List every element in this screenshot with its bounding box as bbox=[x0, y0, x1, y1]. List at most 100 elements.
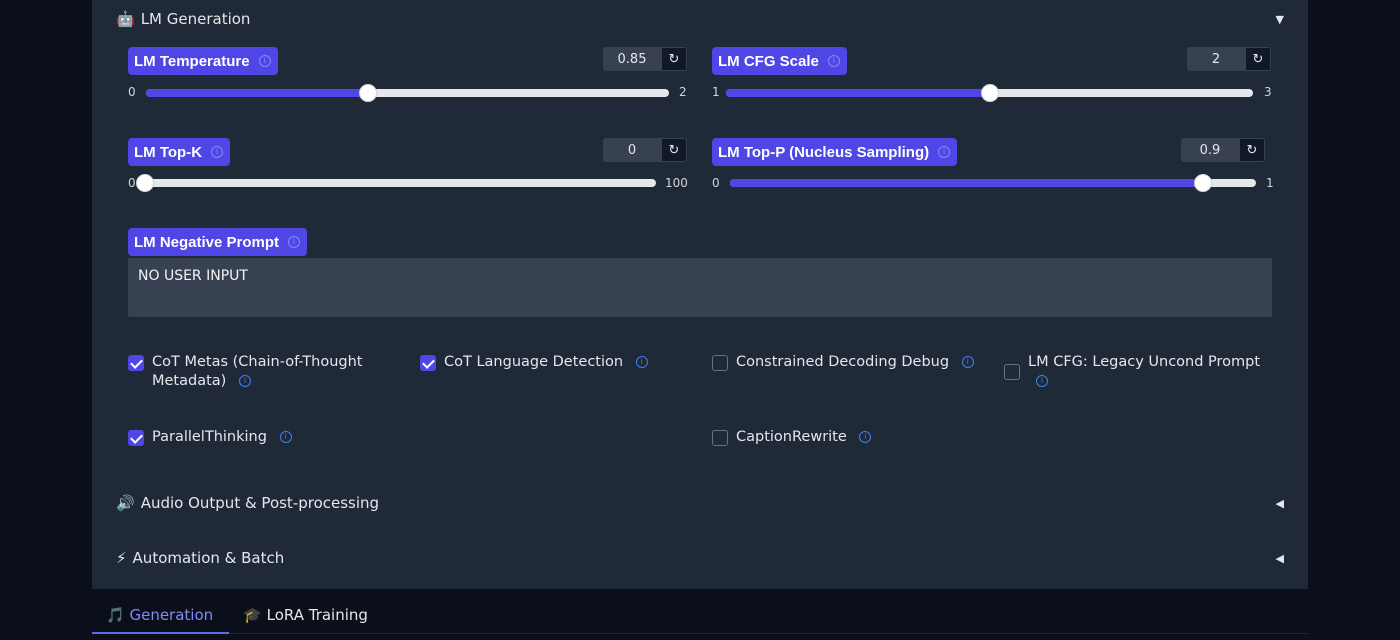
caption-rewrite-label-text: CaptionRewrite bbox=[736, 429, 847, 445]
automation-accordion-header[interactable]: ⚡ Automation & Batch ◀ bbox=[116, 547, 1284, 569]
lm-temperature-number: ↻ bbox=[603, 47, 687, 71]
lm-negative-prompt-label: LM Negative Prompt i bbox=[128, 228, 308, 256]
slider-thumb[interactable] bbox=[1194, 174, 1213, 192]
slider-max-label: 1 bbox=[1266, 176, 1274, 190]
slider-thumb[interactable] bbox=[980, 84, 999, 102]
lightning-icon: ⚡ bbox=[116, 549, 127, 567]
info-icon[interactable]: i bbox=[238, 375, 251, 387]
lm-cfg-scale-track[interactable] bbox=[726, 84, 1253, 102]
lm-cfg-scale-slider-block: LM CFG Scale i ↻ 1 3 bbox=[712, 47, 1272, 107]
lm-top-k-label: LM Top-K i bbox=[128, 138, 231, 166]
tab-lora-training[interactable]: 🎓 LoRA Training bbox=[229, 600, 384, 634]
constrained-decoding-debug-label: Constrained Decoding Debug i bbox=[736, 353, 974, 372]
chevron-left-icon: ◀ bbox=[1275, 551, 1284, 565]
automation-title: Automation & Batch bbox=[132, 549, 285, 567]
slider-thumb[interactable] bbox=[136, 174, 154, 192]
speaker-icon: 🔊 bbox=[116, 494, 135, 512]
audio-output-title: Audio Output & Post-processing bbox=[140, 494, 380, 512]
checkbox[interactable] bbox=[712, 355, 728, 371]
cot-metas-checkbox[interactable]: CoT Metas (Chain-of-Thought Metadata) i bbox=[128, 353, 388, 391]
lm-top-p-slider-block: LM Top-P (Nucleus Sampling) i ↻ 0 1 bbox=[712, 138, 1274, 198]
main-tabs: 🎵 Generation 🎓 LoRA Training bbox=[92, 600, 1308, 634]
info-icon[interactable]: i bbox=[288, 236, 301, 248]
cot-language-detection-checkbox[interactable]: CoT Language Detection i bbox=[420, 353, 648, 372]
info-icon[interactable]: i bbox=[961, 356, 974, 368]
cot-language-detection-label-text: CoT Language Detection bbox=[444, 354, 624, 370]
slider-min-label: 0 bbox=[128, 176, 136, 190]
info-icon[interactable]: i bbox=[258, 55, 271, 67]
slider-fill bbox=[730, 179, 1204, 187]
tab-lora-training-label: LoRA Training bbox=[266, 606, 368, 624]
slider-max-label: 100 bbox=[665, 176, 688, 190]
lm-top-k-number: ↻ bbox=[603, 138, 687, 162]
lm-temperature-track[interactable] bbox=[146, 84, 669, 102]
slider-min-label: 0 bbox=[128, 85, 136, 99]
lm-cfg-scale-label: LM CFG Scale i bbox=[712, 47, 847, 75]
slider-max-label: 3 bbox=[1264, 85, 1272, 99]
lm-negative-prompt-textarea[interactable]: NO USER INPUT bbox=[128, 258, 1272, 317]
cot-metas-label: CoT Metas (Chain-of-Thought Metadata) i bbox=[152, 353, 388, 391]
checkbox[interactable] bbox=[420, 355, 436, 371]
lm-negative-prompt-label-text: LM Negative Prompt bbox=[134, 233, 280, 251]
slider-thumb[interactable] bbox=[359, 84, 378, 102]
parallel-thinking-label-text: ParallelThinking bbox=[152, 429, 267, 445]
reset-icon[interactable]: ↻ bbox=[661, 138, 687, 162]
caption-rewrite-checkbox[interactable]: CaptionRewrite i bbox=[712, 428, 872, 447]
lm-temperature-input[interactable] bbox=[603, 47, 661, 71]
slider-min-label: 0 bbox=[712, 176, 720, 190]
advanced-settings-panel: 🤖 LM Generation ▼ LM Temperature i ↻ 0 2… bbox=[92, 0, 1308, 589]
lm-temperature-label-text: LM Temperature bbox=[134, 52, 250, 70]
info-icon[interactable]: i bbox=[859, 431, 872, 443]
info-icon[interactable]: i bbox=[938, 146, 951, 158]
lm-cfg-scale-label-text: LM CFG Scale bbox=[718, 52, 819, 70]
music-note-icon: 🎵 bbox=[106, 606, 125, 624]
slider-fill bbox=[726, 89, 990, 97]
lm-generation-accordion-header[interactable]: 🤖 LM Generation ▼ bbox=[116, 8, 1284, 30]
checkbox[interactable] bbox=[128, 430, 144, 446]
lm-top-k-input[interactable] bbox=[603, 138, 661, 162]
cot-metas-label-text: CoT Metas (Chain-of-Thought Metadata) bbox=[152, 354, 363, 389]
info-icon[interactable]: i bbox=[211, 146, 224, 158]
lm-top-k-slider-block: LM Top-K i ↻ 0 100 bbox=[128, 138, 688, 198]
info-icon[interactable]: i bbox=[635, 356, 648, 368]
checkbox[interactable] bbox=[712, 430, 728, 446]
checkbox[interactable] bbox=[128, 355, 144, 371]
constrained-decoding-debug-checkbox[interactable]: Constrained Decoding Debug i bbox=[712, 353, 974, 372]
constrained-decoding-debug-label-text: Constrained Decoding Debug bbox=[736, 354, 950, 370]
lm-cfg-scale-number: ↻ bbox=[1187, 47, 1271, 71]
slider-max-label: 2 bbox=[679, 85, 687, 99]
slider-min-label: 1 bbox=[712, 85, 720, 99]
slider-fill bbox=[146, 89, 369, 97]
reset-icon[interactable]: ↻ bbox=[1245, 47, 1271, 71]
lm-top-p-input[interactable] bbox=[1181, 138, 1239, 162]
parallel-thinking-label: ParallelThinking i bbox=[152, 428, 292, 447]
info-icon[interactable]: i bbox=[279, 431, 292, 443]
lm-generation-title: LM Generation bbox=[140, 10, 251, 28]
tab-generation-label: Generation bbox=[129, 606, 214, 624]
reset-icon[interactable]: ↻ bbox=[661, 47, 687, 71]
lm-top-p-label: LM Top-P (Nucleus Sampling) i bbox=[712, 138, 958, 166]
caption-rewrite-label: CaptionRewrite i bbox=[736, 428, 872, 447]
lm-top-p-label-text: LM Top-P (Nucleus Sampling) bbox=[718, 143, 930, 161]
parallel-thinking-checkbox[interactable]: ParallelThinking i bbox=[128, 428, 292, 447]
lm-top-k-label-text: LM Top-K bbox=[134, 143, 203, 161]
robot-icon: 🤖 bbox=[116, 10, 135, 28]
reset-icon[interactable]: ↻ bbox=[1239, 138, 1265, 162]
chevron-down-icon: ▼ bbox=[1275, 12, 1284, 26]
lm-cfg-legacy-uncond-checkbox[interactable]: LM CFG: Legacy Uncond Prompt i bbox=[1004, 353, 1274, 391]
lm-cfg-scale-input[interactable] bbox=[1187, 47, 1245, 71]
lm-top-p-number: ↻ bbox=[1181, 138, 1265, 162]
chevron-left-icon: ◀ bbox=[1275, 496, 1284, 510]
lm-top-p-track[interactable] bbox=[730, 174, 1256, 192]
lm-temperature-slider-block: LM Temperature i ↻ 0 2 bbox=[128, 47, 687, 107]
lm-cfg-legacy-uncond-label-text: LM CFG: Legacy Uncond Prompt bbox=[1028, 354, 1261, 370]
info-icon[interactable]: i bbox=[1036, 375, 1048, 387]
audio-output-accordion-header[interactable]: 🔊 Audio Output & Post-processing ◀ bbox=[116, 492, 1284, 514]
tab-generation[interactable]: 🎵 Generation bbox=[92, 600, 230, 634]
info-icon[interactable]: i bbox=[827, 55, 840, 67]
cot-language-detection-label: CoT Language Detection i bbox=[444, 353, 648, 372]
lm-top-k-track[interactable] bbox=[136, 174, 656, 192]
lm-temperature-label: LM Temperature i bbox=[128, 47, 278, 75]
lm-cfg-legacy-uncond-label: LM CFG: Legacy Uncond Prompt i bbox=[1028, 353, 1260, 391]
checkbox[interactable] bbox=[1004, 364, 1020, 380]
